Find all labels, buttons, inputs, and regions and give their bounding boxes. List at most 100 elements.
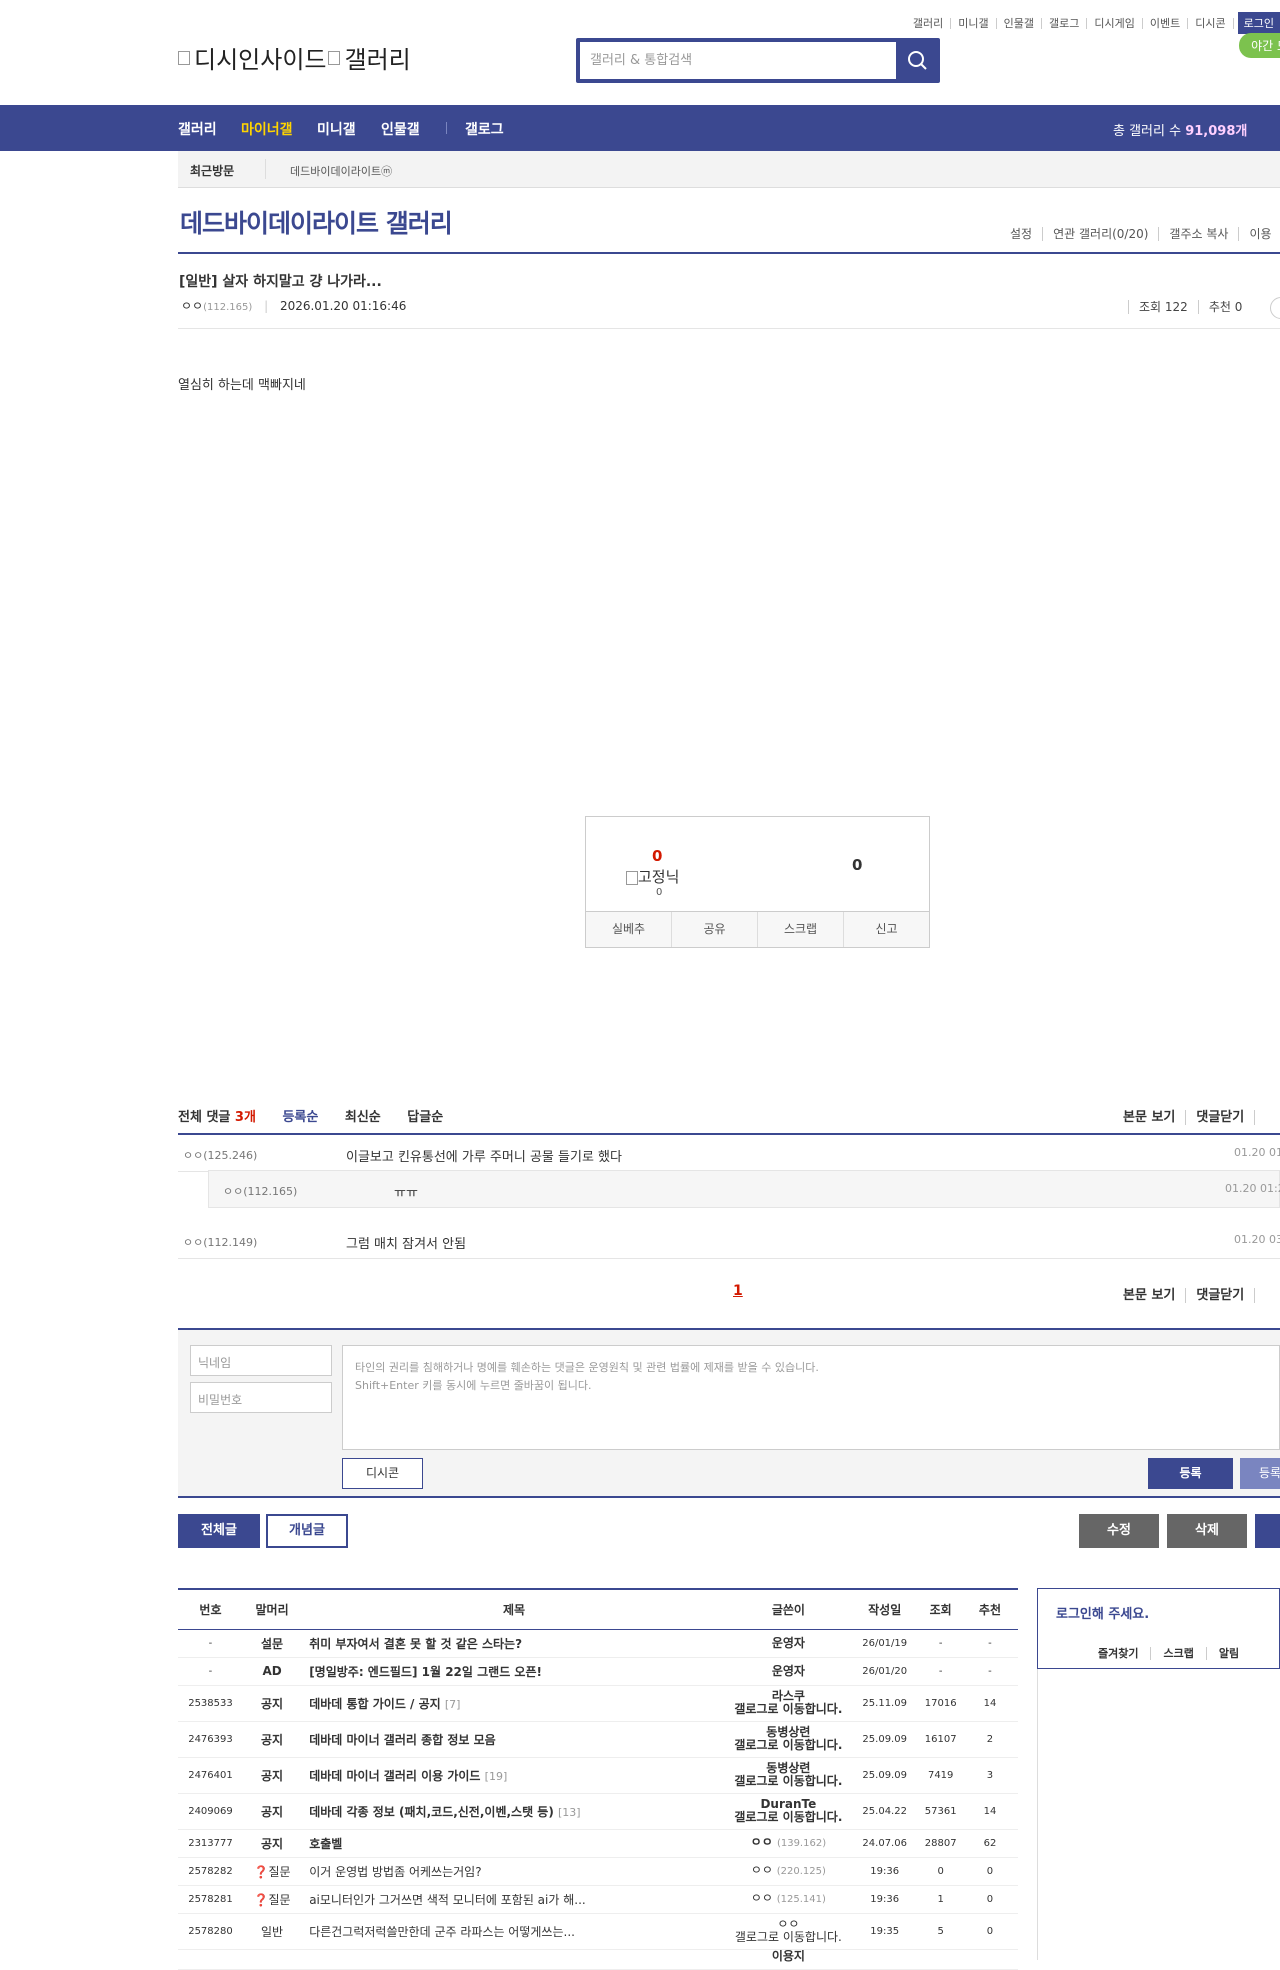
- row-writer[interactable]: 라스쿠 갤로그로 이동합니다.: [726, 1685, 850, 1722]
- comment-textarea[interactable]: 타인의 권리를 침해하거나 명예를 훼손하는 댓글은 운영원칙 및 관련 법률에…: [342, 1345, 1280, 1450]
- nav-mini[interactable]: 미니갤: [317, 119, 356, 139]
- login-button[interactable]: 로그인: [1237, 12, 1280, 34]
- row-writer[interactable]: DuranTe 갤로그로 이동합니다.: [726, 1793, 850, 1830]
- post-stats: 조회 122 추천 0: [1128, 298, 1253, 315]
- gnb-event[interactable]: 이벤트: [1143, 17, 1189, 29]
- delete-button[interactable]: 삭제: [1167, 1514, 1247, 1548]
- view-body-link[interactable]: 본문 보기: [1123, 1110, 1185, 1125]
- row-title[interactable]: 데바데 마이너 갤러리 종합 정보 모음: [301, 1721, 727, 1758]
- related-gallery-link[interactable]: 연관 갤러리(0/20): [1042, 227, 1159, 241]
- sort-tab-latest[interactable]: 최신순: [345, 1110, 381, 1125]
- password-input[interactable]: 비밀번호: [190, 1382, 332, 1413]
- table-row[interactable]: - 설문 취미 부자여서 결혼 못 할 것 같은 스타는? 운영자 26/01/…: [178, 1629, 1018, 1658]
- nav-gallog[interactable]: 갤로그: [465, 119, 504, 139]
- row-title[interactable]: ai모니터인가 그거쓰면 색적 모니터에 포함된 ai가 해...: [301, 1885, 727, 1914]
- all-posts-button[interactable]: 전체글: [178, 1514, 260, 1548]
- sort-tab-reply[interactable]: 답글순: [407, 1110, 443, 1125]
- table-row[interactable]: 2578281 ❓질문 ai모니터인가 그거쓰면 색적 모니터에 포함된 ai가…: [178, 1885, 1018, 1914]
- divider: [178, 252, 1280, 254]
- gnb-dccon[interactable]: 디시콘: [1188, 17, 1234, 29]
- table-row[interactable]: 2409069 공지 데바데 각종 정보 (패치,코드,신전,이벤,스탯 등) …: [178, 1793, 1018, 1830]
- share-circle-button[interactable]: [1270, 297, 1280, 319]
- table-row[interactable]: 2476401 공지 데바데 마이너 갤러리 이용 가이드 [19] 동병상련 갤…: [178, 1757, 1018, 1794]
- usage-link[interactable]: 이용: [1238, 227, 1280, 241]
- share-button[interactable]: 공유: [671, 912, 757, 947]
- submit-comment-button[interactable]: 등록: [1148, 1458, 1233, 1489]
- best-recommend-button[interactable]: 실베추: [586, 912, 671, 947]
- nav-minor[interactable]: 마이너갤: [241, 119, 293, 139]
- row-title[interactable]: [명일방주: 엔드필드] 1월 22일 그랜드 오픈!: [301, 1657, 727, 1686]
- report-button[interactable]: 신고: [843, 912, 929, 947]
- row-writer[interactable]: 동병상련 갤로그로 이동합니다.: [726, 1757, 850, 1794]
- row-writer[interactable]: ㅇㅇ (220.125): [726, 1857, 850, 1886]
- row-writer[interactable]: ㅇㅇ 갤로그로 이동합니다.: [726, 1913, 850, 1950]
- table-row[interactable]: 2578280 일반 다른건그럭저럭쓸만한데 군주 라파스는 어떻게쓰는... …: [178, 1913, 1018, 1950]
- row-title[interactable]: 호출벨: [301, 1829, 727, 1858]
- row-title[interactable]: 다른건그럭저럭쓸만한데 군주 라파스는 어떻게쓰는...: [301, 1913, 727, 1950]
- view-body-link[interactable]: 본문 보기: [1123, 1288, 1185, 1303]
- gnb-mini[interactable]: 미니갤: [951, 17, 997, 29]
- post-author[interactable]: ㅇㅇ: [181, 299, 203, 313]
- comment-item: ㅇㅇ(112.149) 그럼 매치 잠겨서 안됨 01.20 03: [178, 1222, 1280, 1259]
- notification-link[interactable]: 알림: [1205, 1647, 1252, 1660]
- table-row[interactable]: - AD [명일방주: 엔드필드] 1월 22일 그랜드 오픈! 운영자 26/…: [178, 1657, 1018, 1686]
- sort-tab-registered[interactable]: 등록순: [282, 1110, 318, 1125]
- row-number: 2409069: [178, 1793, 243, 1830]
- row-writer[interactable]: 이용지: [726, 1949, 850, 1970]
- write-button[interactable]: [1255, 1514, 1280, 1548]
- reply-author[interactable]: ㅇㅇ(112.165): [223, 1183, 297, 1199]
- row-date: 25.04.22: [849, 1793, 920, 1830]
- settings-link[interactable]: 설정: [1000, 227, 1042, 241]
- row-head: 공지: [242, 1829, 302, 1858]
- col-title: 제목: [301, 1589, 727, 1630]
- nickname-input[interactable]: 닉네임: [190, 1345, 332, 1376]
- scrap-button[interactable]: 스크랩: [757, 912, 843, 947]
- search-input[interactable]: 갤러리 & 통합검색: [580, 42, 896, 79]
- copy-address-link[interactable]: 갤주소 복사: [1158, 227, 1239, 241]
- table-row[interactable]: 2538533 공지 데바데 통합 가이드 / 공지 [7] 라스쿠 갤로그로 이…: [178, 1685, 1018, 1722]
- row-writer[interactable]: 운영자: [726, 1657, 850, 1686]
- col-date: 작성일: [849, 1589, 920, 1630]
- scrap-link[interactable]: 스크랩: [1150, 1647, 1206, 1660]
- downvote-count[interactable]: 0: [852, 856, 862, 874]
- table-row[interactable]: 2476393 공지 데바데 마이너 갤러리 종합 정보 모음 동병상련 갤로그로…: [178, 1721, 1018, 1758]
- row-date: 25.09.09: [849, 1757, 920, 1794]
- nav-person[interactable]: 인물갤: [381, 119, 420, 139]
- row-title[interactable]: 이거 운영법 방법좀 어케쓰는거임?: [301, 1857, 727, 1886]
- login-prompt[interactable]: 로그인해 주세요.: [1056, 1603, 1149, 1622]
- row-writer[interactable]: 운영자: [726, 1629, 850, 1658]
- concept-posts-button[interactable]: 개념글: [266, 1514, 348, 1548]
- search-button[interactable]: [896, 38, 940, 83]
- gallery-title[interactable]: 데드바이데이라이트 갤러리: [180, 204, 453, 240]
- table-row[interactable]: 2313777 공지 호출벨 ㅇㅇ (139.162) 24.07.06 288…: [178, 1829, 1018, 1858]
- upvote-count[interactable]: 0: [652, 847, 662, 865]
- recent-item[interactable]: 데드바이데이라이트ⓜ: [290, 163, 392, 179]
- site-logo[interactable]: 디시인사이드 갤러리: [178, 40, 411, 75]
- comment-page-1[interactable]: 1: [733, 1283, 743, 1299]
- row-title[interactable]: 데바데 각종 정보 (패치,코드,신전,이벤,스탯 등) [13]: [301, 1793, 727, 1830]
- dccon-button[interactable]: 디시콘: [342, 1458, 423, 1489]
- table-row[interactable]: 이용지: [178, 1949, 1018, 1970]
- nav-gallery[interactable]: 갤러리: [178, 119, 217, 139]
- gnb-game[interactable]: 디시게임: [1087, 17, 1143, 29]
- gnb-gallog[interactable]: 갤로그: [1042, 17, 1088, 29]
- row-writer[interactable]: ㅇㅇ (139.162): [726, 1829, 850, 1858]
- edit-button[interactable]: 수정: [1079, 1514, 1159, 1548]
- close-comments-link[interactable]: 댓글닫기: [1185, 1288, 1255, 1303]
- comment-author[interactable]: ㅇㅇ(125.246): [183, 1147, 257, 1163]
- gnb-person[interactable]: 인물갤: [997, 17, 1043, 29]
- comment-author[interactable]: ㅇㅇ(112.149): [183, 1234, 257, 1250]
- row-writer[interactable]: 동병상련 갤로그로 이동합니다.: [726, 1721, 850, 1758]
- row-writer[interactable]: ㅇㅇ (125.141): [726, 1885, 850, 1914]
- close-comments-link[interactable]: 댓글닫기: [1185, 1110, 1255, 1125]
- recent-visits: 최근방문 데드바이데이라이트ⓜ: [178, 151, 1280, 188]
- row-title[interactable]: 취미 부자여서 결혼 못 할 것 같은 스타는?: [301, 1629, 727, 1658]
- table-row[interactable]: 2578282 ❓질문 이거 운영법 방법좀 어케쓰는거임? ㅇㅇ (220.1…: [178, 1857, 1018, 1886]
- favorites-link[interactable]: 즐겨찾기: [1086, 1647, 1150, 1660]
- night-mode-toggle[interactable]: 야간 모: [1239, 33, 1280, 58]
- row-title[interactable]: 데바데 마이너 갤러리 이용 가이드 [19]: [301, 1757, 727, 1794]
- submit-recommend-button[interactable]: 등록: [1240, 1458, 1280, 1489]
- gnb-gallery[interactable]: 갤러리: [906, 17, 952, 29]
- row-title[interactable]: 데바데 통합 가이드 / 공지 [7]: [301, 1685, 727, 1722]
- global-nav: 갤러리 미니갤 인물갤 갤로그 디시게임 이벤트 디시콘 로그인: [906, 12, 1280, 34]
